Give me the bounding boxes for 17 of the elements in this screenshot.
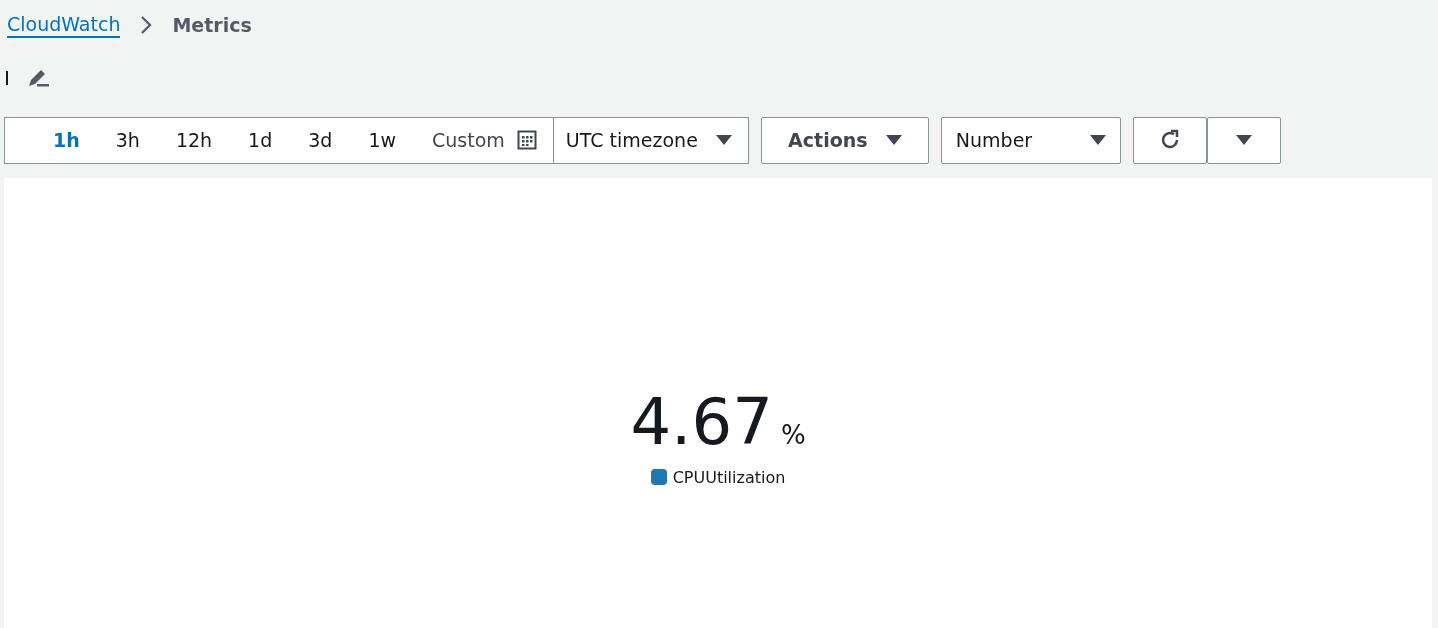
caret-down-icon bbox=[715, 134, 732, 146]
text-cursor bbox=[6, 71, 8, 85]
caret-down-icon bbox=[1235, 134, 1252, 146]
metric-unit: % bbox=[780, 419, 806, 450]
breadcrumb-link[interactable]: CloudWatch bbox=[7, 12, 121, 38]
metric-value: 4.67 bbox=[630, 389, 773, 454]
calendar-icon bbox=[516, 130, 537, 150]
legend-label: CPUUtilization bbox=[672, 467, 786, 487]
chevron-right-icon bbox=[140, 15, 153, 35]
refresh-button[interactable] bbox=[1132, 116, 1207, 164]
caret-down-icon bbox=[885, 134, 902, 146]
caret-down-icon bbox=[1089, 134, 1106, 146]
refresh-options-button[interactable] bbox=[1206, 116, 1281, 164]
breadcrumb-current: Metrics bbox=[172, 14, 252, 36]
actions-dropdown[interactable]: Actions bbox=[760, 116, 929, 164]
view-type-dropdown[interactable]: Number bbox=[940, 116, 1121, 164]
edit-icon[interactable] bbox=[26, 67, 50, 89]
